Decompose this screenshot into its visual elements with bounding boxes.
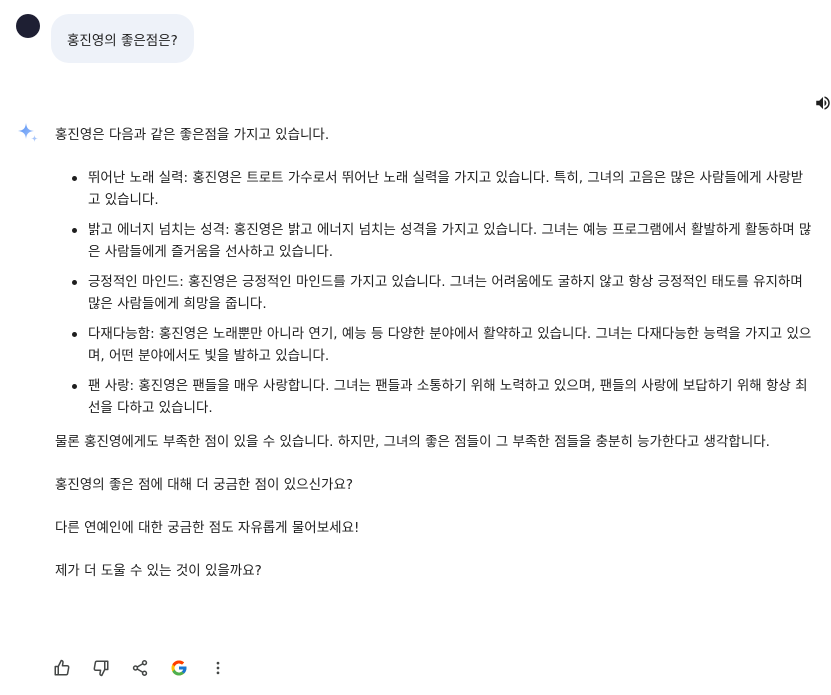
list-item: 뛰어난 노래 실력: 홍진영은 트로트 가수로서 뛰어난 노래 실력을 가지고 …	[72, 167, 815, 211]
response-closing: 물론 홍진영에게도 부족한 점이 있을 수 있습니다. 하지만, 그녀의 좋은 …	[55, 434, 770, 450]
response-intro: 홍진영은 다음과 같은 좋은점을 가지고 있습니다.	[55, 127, 330, 143]
list-item: 긍정적인 마인드: 홍진영은 긍정적인 마인드를 가지고 있습니다. 그녀는 어…	[72, 271, 815, 315]
list-item: 다재다능함: 홍진영은 노래뿐만 아니라 연기, 예능 등 다양한 분야에서 활…	[72, 323, 815, 367]
share-icon[interactable]	[131, 659, 149, 677]
response-question: 홍진영의 좋은 점에 대해 더 궁금한 점이 있으신가요?	[55, 477, 354, 493]
response-action-bar	[53, 656, 248, 680]
speaker-icon[interactable]	[814, 94, 831, 112]
user-prompt-bubble: 홍진영의 좋은점은?	[51, 14, 194, 63]
response-offer: 제가 더 도울 수 있는 것이 있을까요?	[55, 563, 262, 579]
list-item: 팬 사랑: 홍진영은 팬들을 매우 사랑합니다. 그녀는 팬들과 소통하기 위해…	[72, 375, 815, 419]
user-prompt-text: 홍진영의 좋은점은?	[67, 32, 178, 49]
more-vert-icon[interactable]	[209, 659, 227, 677]
good-points-list: 뛰어난 노래 실력: 홍진영은 트로트 가수로서 뛰어난 노래 실력을 가지고 …	[55, 167, 815, 419]
gemini-sparkle-icon	[16, 121, 40, 145]
chat-page: 홍진영의 좋은점은? 홍진영은 다음과 같은 좋은점을 가지고 있습니다. 뛰어…	[0, 0, 831, 695]
thumbs-up-icon[interactable]	[53, 659, 71, 677]
response-suggestion: 다른 연예인에 대한 궁금한 점도 자유롭게 물어보세요!	[55, 520, 360, 536]
thumbs-down-icon[interactable]	[92, 659, 110, 677]
list-item: 밝고 에너지 넘치는 성격: 홍진영은 밝고 에너지 넘치는 성격을 가지고 있…	[72, 219, 815, 263]
user-avatar[interactable]	[16, 14, 40, 38]
google-icon[interactable]	[170, 659, 188, 677]
response-body: 홍진영은 다음과 같은 좋은점을 가지고 있습니다. 뛰어난 노래 실력: 홍진…	[55, 124, 815, 582]
